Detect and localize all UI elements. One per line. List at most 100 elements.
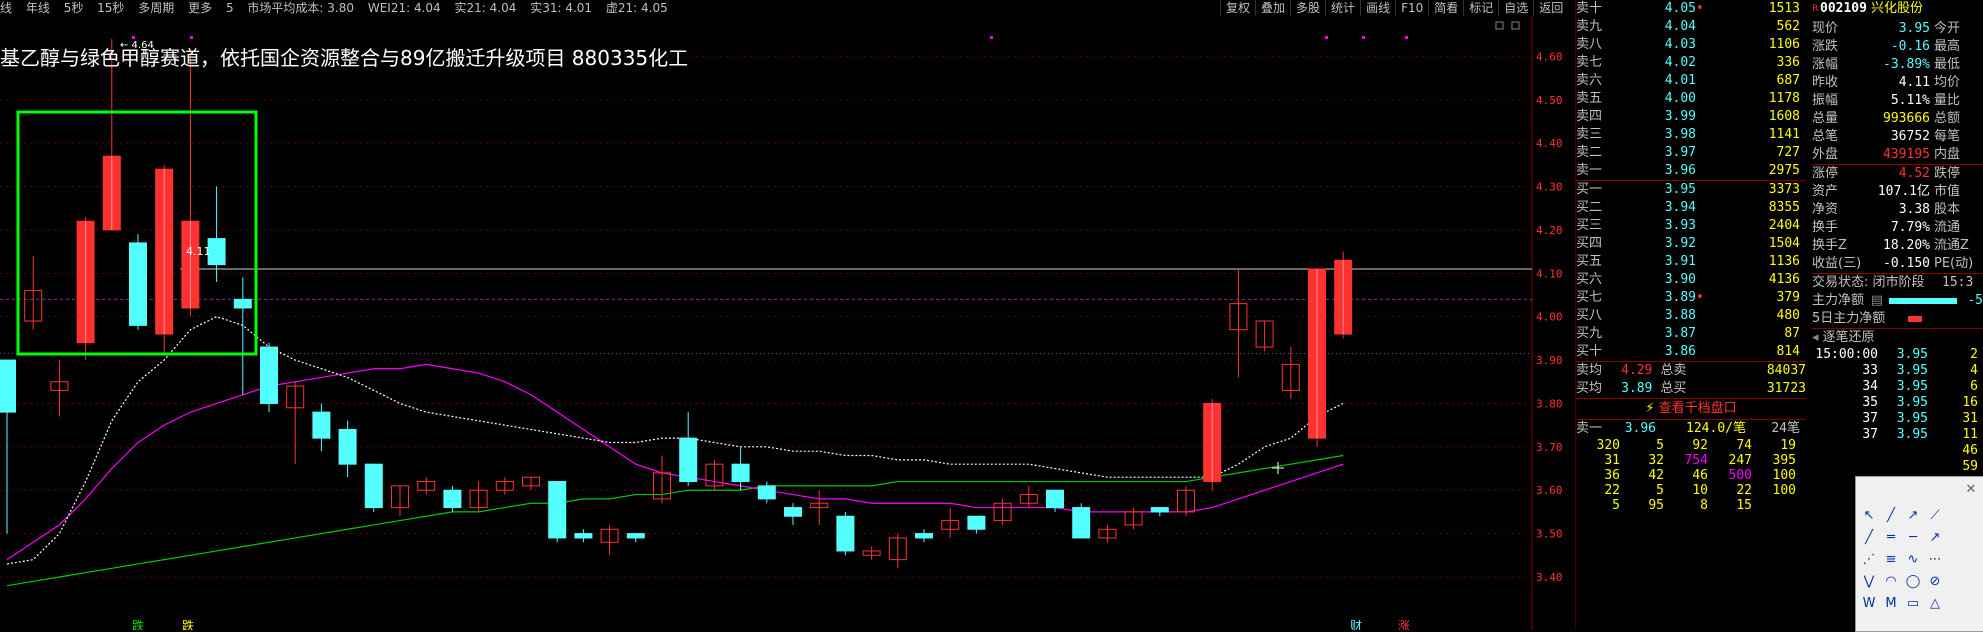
period-item[interactable]: 线	[0, 1, 12, 15]
bid-volume: 379	[1776, 290, 1800, 305]
tape-header[interactable]: ◂ 逐笔还原	[1812, 329, 1983, 347]
ask-label: 卖三	[1576, 127, 1603, 142]
quote-row: 收益(三) -0.150 PE(动)	[1812, 256, 1974, 271]
candle-body	[207, 238, 226, 266]
bid-volume: 8355	[1768, 200, 1800, 215]
candle-body	[574, 533, 593, 539]
main-net-flow[interactable]: 主力净额 ▤ -5	[1812, 292, 1983, 310]
arrow-tool-icon[interactable]: ↗	[1926, 529, 1944, 547]
bid-label: 买一	[1576, 182, 1603, 197]
back-button[interactable]: 返回	[1533, 0, 1568, 16]
cycle-tool-icon[interactable]: ⋯	[1926, 551, 1944, 569]
period-item[interactable]: 多周期	[138, 1, 174, 15]
bid-row[interactable]: 买五 3.91 1136	[1576, 253, 1806, 271]
period-item[interactable]: 5秒	[64, 1, 84, 15]
ask-row[interactable]: 卖八 4.03 1106	[1576, 36, 1806, 54]
bid-price: 3.94	[1664, 200, 1696, 215]
cursor-icon[interactable]: ↖	[1860, 507, 1878, 525]
ask-row[interactable]: 卖六 4.01 687	[1576, 72, 1806, 90]
fib-tool-icon[interactable]: ⋰	[1860, 551, 1878, 569]
bid-mark	[1696, 253, 1710, 271]
bid-row[interactable]: 买六 3.90 4136	[1576, 271, 1806, 289]
f10-button[interactable]: F10	[1395, 0, 1428, 16]
ask-row[interactable]: 卖七 4.02 336	[1576, 54, 1806, 72]
ask-row[interactable]: 卖五 4.00 1178	[1576, 90, 1806, 108]
period-item[interactable]: 15秒	[97, 1, 124, 15]
ask-price: 4.01	[1664, 73, 1696, 88]
zigzag-tool-icon[interactable]: ⋁	[1860, 573, 1878, 591]
ask-mark	[1696, 108, 1710, 126]
overlay-button[interactable]: 叠加	[1255, 0, 1290, 16]
arc-tool-icon[interactable]: ◠	[1882, 573, 1900, 591]
quote-row: 涨幅 -3.89% 最低	[1812, 57, 1961, 72]
wei-label: WEI21: 4.04	[367, 1, 441, 15]
parallel-tool-icon[interactable]: ╱	[1860, 529, 1878, 547]
ask-row[interactable]: 卖一 3.96 2975	[1576, 162, 1806, 180]
clock-tool-icon[interactable]: ⊘	[1926, 573, 1944, 591]
bid-row[interactable]: 买二 3.94 8355	[1576, 199, 1806, 217]
ask-volume: 2975	[1768, 163, 1800, 178]
simple-view-button[interactable]: 简看	[1428, 0, 1463, 16]
quote-row: 总笔 36752 每笔	[1812, 129, 1961, 144]
xu-label: 虚21: 4.05	[605, 1, 668, 15]
period-item-more[interactable]: 更多	[188, 1, 212, 15]
stats-button[interactable]: 统计	[1325, 0, 1360, 16]
mark-button[interactable]: 标记	[1463, 0, 1498, 16]
line-tool-icon[interactable]: ╱	[1882, 507, 1900, 525]
ask-label: 卖九	[1576, 19, 1603, 34]
bid-row[interactable]: 买一 3.95 3373	[1576, 181, 1806, 199]
count-tool-icon[interactable]: ≡	[1882, 551, 1900, 569]
bid-volume: 2404	[1768, 218, 1800, 233]
stock-header[interactable]: R 002109 兴化股份	[1812, 0, 1983, 20]
bid-row[interactable]: 买九 3.87 87	[1576, 325, 1806, 343]
candle-body	[129, 242, 147, 326]
bid-label: 买七	[1576, 290, 1603, 305]
ask-row[interactable]: 卖四 3.99 1608	[1576, 108, 1806, 126]
bid-row[interactable]: 买八 3.88 480	[1576, 307, 1806, 325]
bid-row[interactable]: 买三 3.93 2404	[1576, 217, 1806, 235]
ask-row[interactable]: 卖九 4.04 562	[1576, 18, 1806, 36]
ask-volume: 1178	[1768, 91, 1800, 106]
period-item[interactable]: 年线	[26, 1, 50, 15]
channel-tool-icon[interactable]: ═	[1882, 529, 1900, 547]
ask-label: 卖五	[1576, 91, 1603, 106]
bid-mark	[1696, 217, 1710, 235]
ray-tool-icon[interactable]: ↗	[1904, 507, 1922, 525]
bid-row[interactable]: 买四 3.92 1504	[1576, 235, 1806, 253]
w-pattern-tool-icon[interactable]: W	[1860, 595, 1878, 613]
hline-tool-icon[interactable]: ─	[1904, 529, 1922, 547]
bid-price: 3.88	[1664, 308, 1696, 323]
ask-row[interactable]: 卖二 3.97 727	[1576, 144, 1806, 162]
bid-row[interactable]: 买十 3.86 814	[1576, 343, 1806, 361]
bid-volume: 814	[1776, 344, 1800, 359]
ask-row[interactable]: 卖三 3.98 1141	[1576, 126, 1806, 144]
draw-line-button[interactable]: 画线	[1360, 0, 1395, 16]
bid-row[interactable]: 买七 3.89 • 379	[1576, 289, 1806, 307]
rect-tool-icon[interactable]: ▭	[1904, 595, 1922, 613]
thousand-level-button[interactable]: ⚡ 查看千档盘口	[1576, 399, 1806, 419]
collapse-icon[interactable]: ◂	[1812, 329, 1823, 347]
ask-mark	[1696, 36, 1710, 54]
ask-row[interactable]: 卖十 4.05 • 1513	[1576, 0, 1806, 18]
wave-tool-icon[interactable]: ∿	[1904, 551, 1922, 569]
ask-mark	[1696, 90, 1710, 108]
ask-price: 3.96	[1664, 163, 1696, 178]
adjust-button[interactable]: 复权	[1220, 0, 1255, 16]
tri-tool-icon[interactable]: △	[1926, 595, 1944, 613]
circle-tool-icon[interactable]: ◯	[1904, 573, 1922, 591]
bid-mark: •	[1696, 290, 1704, 305]
segment-tool-icon[interactable]: ⟋	[1926, 507, 1944, 525]
event-dot	[1405, 36, 1408, 39]
drawing-tools-palette[interactable]: ↖ ╱ ↗ ⟋ ╱ ═ ─ ↗ ⋰ ≡ ∿ ⋯ ⋁ ◠ ◯ ⊘ W M ▭ △ …	[1855, 476, 1983, 632]
multi-stock-button[interactable]: 多股	[1290, 0, 1325, 16]
kline-chart[interactable]: 4.60 4.50 4.40 4.30 4.20 4.10 4.00 3.90 3.80 3.70…	[0, 0, 1576, 630]
window-icon	[1495, 21, 1504, 30]
watchlist-button[interactable]: 自选	[1498, 0, 1533, 16]
candle-body	[731, 463, 750, 483]
candle-body	[548, 481, 567, 539]
y-tick-label: 3.60	[1536, 484, 1563, 497]
m-pattern-tool-icon[interactable]: M	[1882, 595, 1900, 613]
close-icon[interactable]: ✕	[1962, 481, 1980, 499]
ask-price: 3.98	[1664, 127, 1696, 142]
ask-price: 4.00	[1664, 91, 1696, 106]
